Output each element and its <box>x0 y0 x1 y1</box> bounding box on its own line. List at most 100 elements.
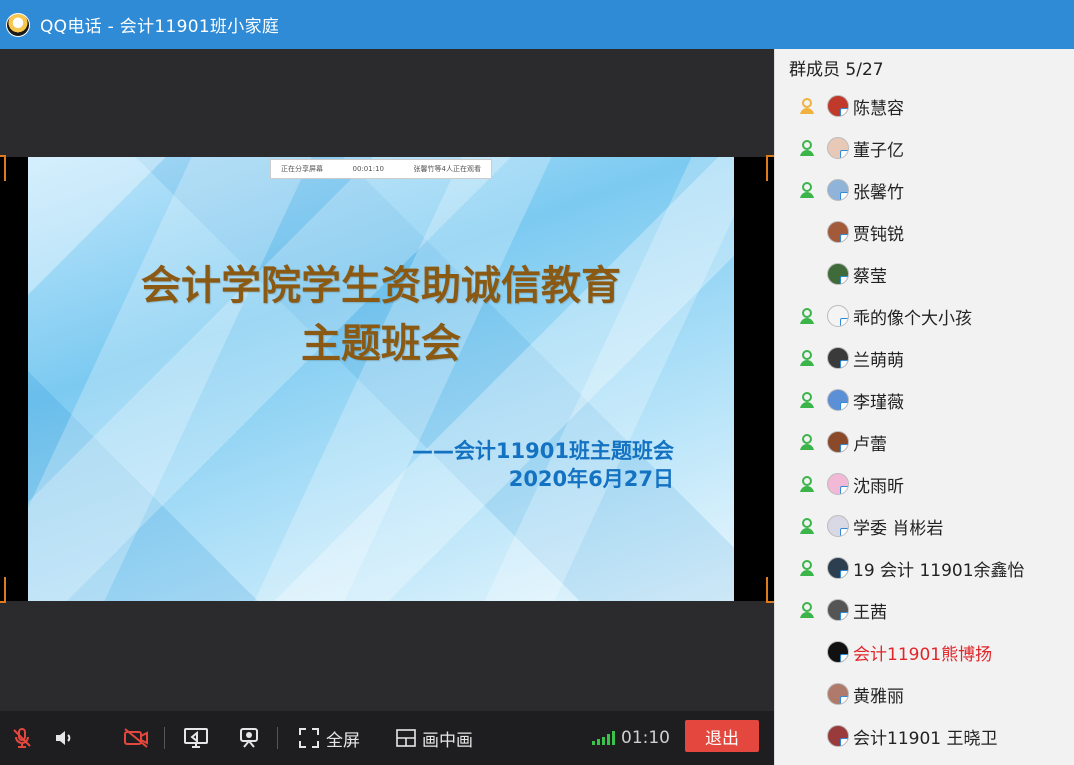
device-badge-icon <box>840 276 848 284</box>
device-badge-icon <box>840 402 848 410</box>
device-badge-icon <box>840 234 848 242</box>
member-row[interactable]: 乖的像个大小孩 <box>775 295 1074 337</box>
speaking-person-icon <box>800 98 814 114</box>
fullscreen-button[interactable]: 全屏 <box>298 723 360 753</box>
member-row[interactable]: 贾钝锐 <box>775 211 1074 253</box>
device-badge-icon <box>840 444 848 452</box>
speaking-person-icon <box>800 182 814 198</box>
speaking-person-icon <box>800 518 814 534</box>
video-stage: 正在分享屏幕 00:01:10 张馨竹等4人正在观看 会计学院学生资助诚信教育 … <box>0 49 774 711</box>
member-name: 董子亿 <box>853 140 904 161</box>
shared-screen[interactable]: 正在分享屏幕 00:01:10 张馨竹等4人正在观看 会计学院学生资助诚信教育 … <box>0 155 774 603</box>
speaking-person-icon <box>800 602 814 618</box>
member-name: 陈慧容 <box>853 98 904 119</box>
member-row[interactable]: 黄雅丽 <box>775 673 1074 715</box>
share-status-text: 正在分享屏幕 <box>281 165 323 173</box>
slide-title-line1: 会计学院学生资助诚信教育 <box>141 263 621 309</box>
mute-mic-button[interactable] <box>10 723 34 753</box>
title-bar: QQ电话 - 会计11901班小家庭 <box>0 0 1074 49</box>
picture-in-picture-button[interactable]: 画中画 <box>396 723 473 753</box>
call-duration: 01:10 <box>621 728 670 748</box>
member-row[interactable]: 会计11901 王晓卫 <box>775 715 1074 757</box>
camera-off-button[interactable] <box>122 723 150 753</box>
member-avatar <box>827 599 849 621</box>
member-row[interactable]: 李瑾薇 <box>775 379 1074 421</box>
member-name: 王茜 <box>853 602 887 623</box>
screen-share-status-bar: 正在分享屏幕 00:01:10 张馨竹等4人正在观看 <box>270 159 492 179</box>
speaker-button[interactable] <box>52 723 76 753</box>
member-name: 兰萌萌 <box>853 350 904 371</box>
member-avatar <box>827 137 849 159</box>
member-row[interactable]: 董子亿 <box>775 127 1074 169</box>
member-avatar <box>827 473 849 495</box>
call-toolbar: 全屏 画中画 01:10 退出 <box>0 711 774 765</box>
member-row[interactable]: 蔡莹 <box>775 253 1074 295</box>
device-badge-icon <box>840 360 848 368</box>
fullscreen-icon <box>299 728 319 748</box>
member-avatar <box>827 263 849 285</box>
window-title: QQ电话 - 会计11901班小家庭 <box>40 17 280 37</box>
toolbar-divider <box>277 727 278 749</box>
member-avatar <box>827 305 849 327</box>
member-row[interactable]: 王茜 <box>775 589 1074 631</box>
device-badge-icon <box>840 570 848 578</box>
speaking-person-icon <box>800 350 814 366</box>
device-badge-icon <box>840 612 848 620</box>
member-avatar <box>827 431 849 453</box>
speaking-person-icon <box>800 140 814 156</box>
slide-title-line2: 主题班会 <box>301 321 461 367</box>
member-avatar <box>827 389 849 411</box>
signal-strength-icon <box>592 731 615 745</box>
member-row[interactable]: 兰萌萌 <box>775 337 1074 379</box>
device-badge-icon <box>840 654 848 662</box>
member-avatar <box>827 95 849 117</box>
member-row[interactable]: 会计11901熊博扬 <box>775 631 1074 673</box>
member-avatar <box>827 683 849 705</box>
device-badge-icon <box>840 528 848 536</box>
frame-corner <box>766 155 774 181</box>
camera-off-icon <box>124 728 148 748</box>
mic-muted-icon <box>13 728 31 748</box>
frame-corner <box>0 577 6 603</box>
slide-facet <box>254 157 552 601</box>
speaker-icon <box>56 731 71 745</box>
member-avatar <box>827 347 849 369</box>
member-row[interactable]: 张馨竹 <box>775 169 1074 211</box>
device-badge-icon <box>840 192 848 200</box>
member-name: 张馨竹 <box>853 182 904 203</box>
device-badge-icon <box>840 486 848 494</box>
device-badge-icon <box>840 150 848 158</box>
member-avatar <box>827 515 849 537</box>
slide-subtitle-line2: 2020年6月27日 <box>508 467 674 491</box>
screen-share-button[interactable] <box>183 723 209 753</box>
member-row[interactable]: 卢蕾 <box>775 421 1074 463</box>
pip-label: 画中画 <box>422 730 473 751</box>
device-badge-icon <box>840 318 848 326</box>
member-row[interactable]: 学委 肖彬岩 <box>775 505 1074 547</box>
member-avatar <box>827 221 849 243</box>
member-name: 蔡莹 <box>853 266 887 287</box>
member-row[interactable]: 19 会计 11901余鑫怡 <box>775 547 1074 589</box>
member-name: 19 会计 11901余鑫怡 <box>853 560 1025 581</box>
picture-in-picture-icon <box>396 729 416 747</box>
slide-facet <box>28 157 312 601</box>
slide-facet <box>484 157 734 601</box>
fullscreen-label: 全屏 <box>326 730 360 751</box>
demo-camera-button[interactable] <box>238 723 264 753</box>
slide-subtitle-line1: ——会计11901班主题班会 <box>411 439 674 463</box>
member-row[interactable]: 沈雨昕 <box>775 463 1074 505</box>
member-name: 会计11901熊博扬 <box>853 644 993 665</box>
slide-title: 会计学院学生资助诚信教育 主题班会 <box>28 257 734 373</box>
member-name: 贾钝锐 <box>853 224 904 245</box>
member-name: 卢蕾 <box>853 434 887 455</box>
member-name: 学委 肖彬岩 <box>853 518 944 539</box>
speaking-person-icon <box>800 308 814 324</box>
exit-call-button[interactable]: 退出 <box>685 720 759 752</box>
share-watchers-text: 张馨竹等4人正在观看 <box>413 165 481 173</box>
member-avatar <box>827 725 849 747</box>
member-name: 沈雨昕 <box>853 476 904 497</box>
screen-share-icon <box>184 728 208 748</box>
member-row[interactable]: 陈慧容 <box>775 85 1074 127</box>
presentation-slide: 正在分享屏幕 00:01:10 张馨竹等4人正在观看 会计学院学生资助诚信教育 … <box>28 157 734 601</box>
member-name: 会计11901 王晓卫 <box>853 728 998 749</box>
